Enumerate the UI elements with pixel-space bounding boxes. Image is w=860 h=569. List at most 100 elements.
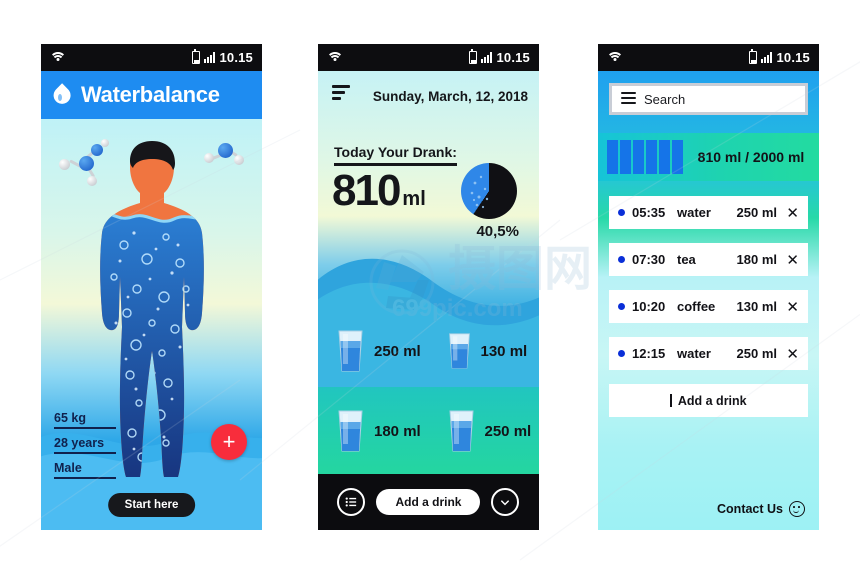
quick-add-glasses: 250 ml 130 ml 180 ml 250 ml — [318, 311, 539, 471]
bottom-toolbar: Add a drink — [318, 474, 539, 530]
phone-screen-history: 10.15 Search 810 ml / 2000 ml 05:35 wate… — [598, 44, 819, 530]
wifi-icon — [49, 51, 66, 64]
app-title: Waterbalance — [81, 82, 220, 107]
signal-bars-icon — [204, 52, 216, 63]
stat-weight[interactable]: 65 kg — [54, 411, 116, 429]
drink-time: 07:30 — [632, 252, 666, 267]
drink-time: 05:35 — [632, 205, 666, 220]
bullet-icon — [618, 350, 625, 357]
bullet-icon — [618, 209, 625, 216]
wifi-icon — [606, 51, 623, 64]
glass-row: 250 ml 130 ml — [318, 311, 539, 391]
status-bar: 10.15 — [318, 44, 539, 71]
drink-type: coffee — [677, 299, 716, 314]
status-bar: 10.15 — [41, 44, 262, 71]
glass-option-4[interactable]: 250 ml — [429, 409, 540, 453]
water-molecule-right — [204, 141, 246, 173]
progress-bar — [607, 140, 683, 174]
close-icon[interactable]: ✕ — [777, 251, 799, 269]
consumption-percent: 40,5% — [476, 223, 519, 240]
stat-gender[interactable]: Male — [54, 461, 116, 479]
chevron-glyph — [501, 499, 510, 505]
list-item[interactable]: 12:15 water 250 ml ✕ — [609, 337, 808, 370]
list-item[interactable]: 07:30 tea 180 ml ✕ — [609, 243, 808, 276]
add-drink-label: Add a drink — [677, 393, 747, 408]
water-glass-icon — [338, 410, 363, 452]
screenshot-stage: 10.15 Waterbalance 65 kg 28 years Male +… — [0, 0, 860, 569]
drank-label: Today Your Drank: — [334, 144, 457, 166]
list-view-icon[interactable] — [337, 488, 366, 516]
bullet-icon — [618, 256, 625, 263]
signal-bars-icon — [481, 52, 493, 63]
phone-screen-home: 10.15 Waterbalance 65 kg 28 years Male +… — [41, 44, 262, 530]
battery-icon — [192, 49, 201, 64]
status-time: 10.15 — [496, 50, 530, 65]
water-glass-icon — [448, 333, 470, 369]
list-item[interactable]: 10:20 coffee 130 ml ✕ — [609, 290, 808, 323]
drink-type: water — [677, 346, 711, 361]
list-glyph — [346, 497, 357, 507]
glass-amount: 180 ml — [374, 422, 421, 440]
list-item[interactable]: 05:35 water 250 ml ✕ — [609, 196, 808, 229]
pie-bubbles — [470, 175, 489, 209]
search-text: Search — [644, 91, 686, 107]
drank-unit: ml — [402, 188, 426, 210]
drink-list: 05:35 water 250 ml ✕ 07:30 tea 180 ml ✕ … — [609, 196, 808, 417]
glass-option-3[interactable]: 180 ml — [318, 409, 429, 453]
home-illustration-area: 65 kg 28 years Male + Start here — [41, 119, 262, 530]
chevron-down-icon[interactable] — [491, 488, 520, 516]
history-content: Search 810 ml / 2000 ml 05:35 water 250 … — [598, 71, 819, 530]
water-glass-icon — [448, 410, 474, 452]
glass-row: 180 ml 250 ml — [318, 391, 539, 471]
add-drink-button[interactable]: Add a drink — [609, 384, 808, 417]
water-molecule-left — [57, 137, 119, 187]
hamburger-menu-icon[interactable] — [332, 85, 350, 103]
drink-type: water — [677, 205, 711, 220]
today-content: Sunday, March, 12, 2018 Today Your Drank… — [318, 71, 539, 474]
drink-time: 12:15 — [632, 346, 666, 361]
current-date: Sunday, March, 12, 2018 — [372, 89, 528, 104]
glass-amount: 250 ml — [484, 422, 532, 440]
wifi-icon — [326, 51, 343, 64]
progress-text: 810 ml / 2000 ml — [697, 149, 805, 165]
text-cursor — [670, 394, 672, 407]
battery-icon — [469, 49, 478, 64]
contact-us-link[interactable]: Contact Us — [717, 501, 805, 517]
start-here-button[interactable]: Start here — [107, 493, 196, 517]
water-drop-icon — [55, 84, 72, 107]
close-icon[interactable]: ✕ — [777, 298, 799, 316]
app-header: Waterbalance — [41, 71, 262, 119]
close-icon[interactable]: ✕ — [777, 204, 799, 222]
status-bar: 10.15 — [598, 44, 819, 71]
drink-time: 10:20 — [632, 299, 666, 314]
signal-bars-icon — [761, 52, 773, 63]
close-icon[interactable]: ✕ — [777, 345, 799, 363]
add-drink-button[interactable]: Add a drink — [376, 489, 481, 515]
consumption-pie-chart — [461, 163, 517, 219]
drink-amount: 180 ml — [736, 252, 777, 267]
status-time: 10.15 — [776, 50, 810, 65]
bullet-icon — [618, 303, 625, 310]
water-glass-icon — [338, 330, 363, 372]
drink-type: tea — [677, 252, 696, 267]
glass-amount: 250 ml — [374, 342, 421, 360]
search-input[interactable]: Search — [609, 83, 808, 115]
user-stats: 65 kg 28 years Male — [54, 411, 116, 486]
drank-amount: 810 ml — [332, 169, 426, 213]
stat-age[interactable]: 28 years — [54, 436, 116, 454]
battery-icon — [749, 49, 758, 64]
drank-number: 810 — [332, 166, 401, 215]
plus-icon[interactable]: + — [211, 424, 247, 460]
phone-screen-today: 10.15 Sunday, March, 12, 2018 Today Your… — [318, 44, 539, 530]
status-time: 10.15 — [219, 50, 253, 65]
drink-amount: 250 ml — [736, 205, 777, 220]
hamburger-menu-icon[interactable] — [621, 91, 636, 107]
glass-option-1[interactable]: 250 ml — [318, 329, 429, 373]
glass-option-2[interactable]: 130 ml — [429, 332, 540, 370]
contact-us-label: Contact Us — [717, 502, 783, 516]
drink-amount: 250 ml — [736, 346, 777, 361]
daily-progress: 810 ml / 2000 ml — [598, 133, 819, 181]
smiley-face-icon — [789, 501, 805, 517]
drink-amount: 130 ml — [736, 299, 777, 314]
glass-amount: 130 ml — [480, 342, 528, 360]
